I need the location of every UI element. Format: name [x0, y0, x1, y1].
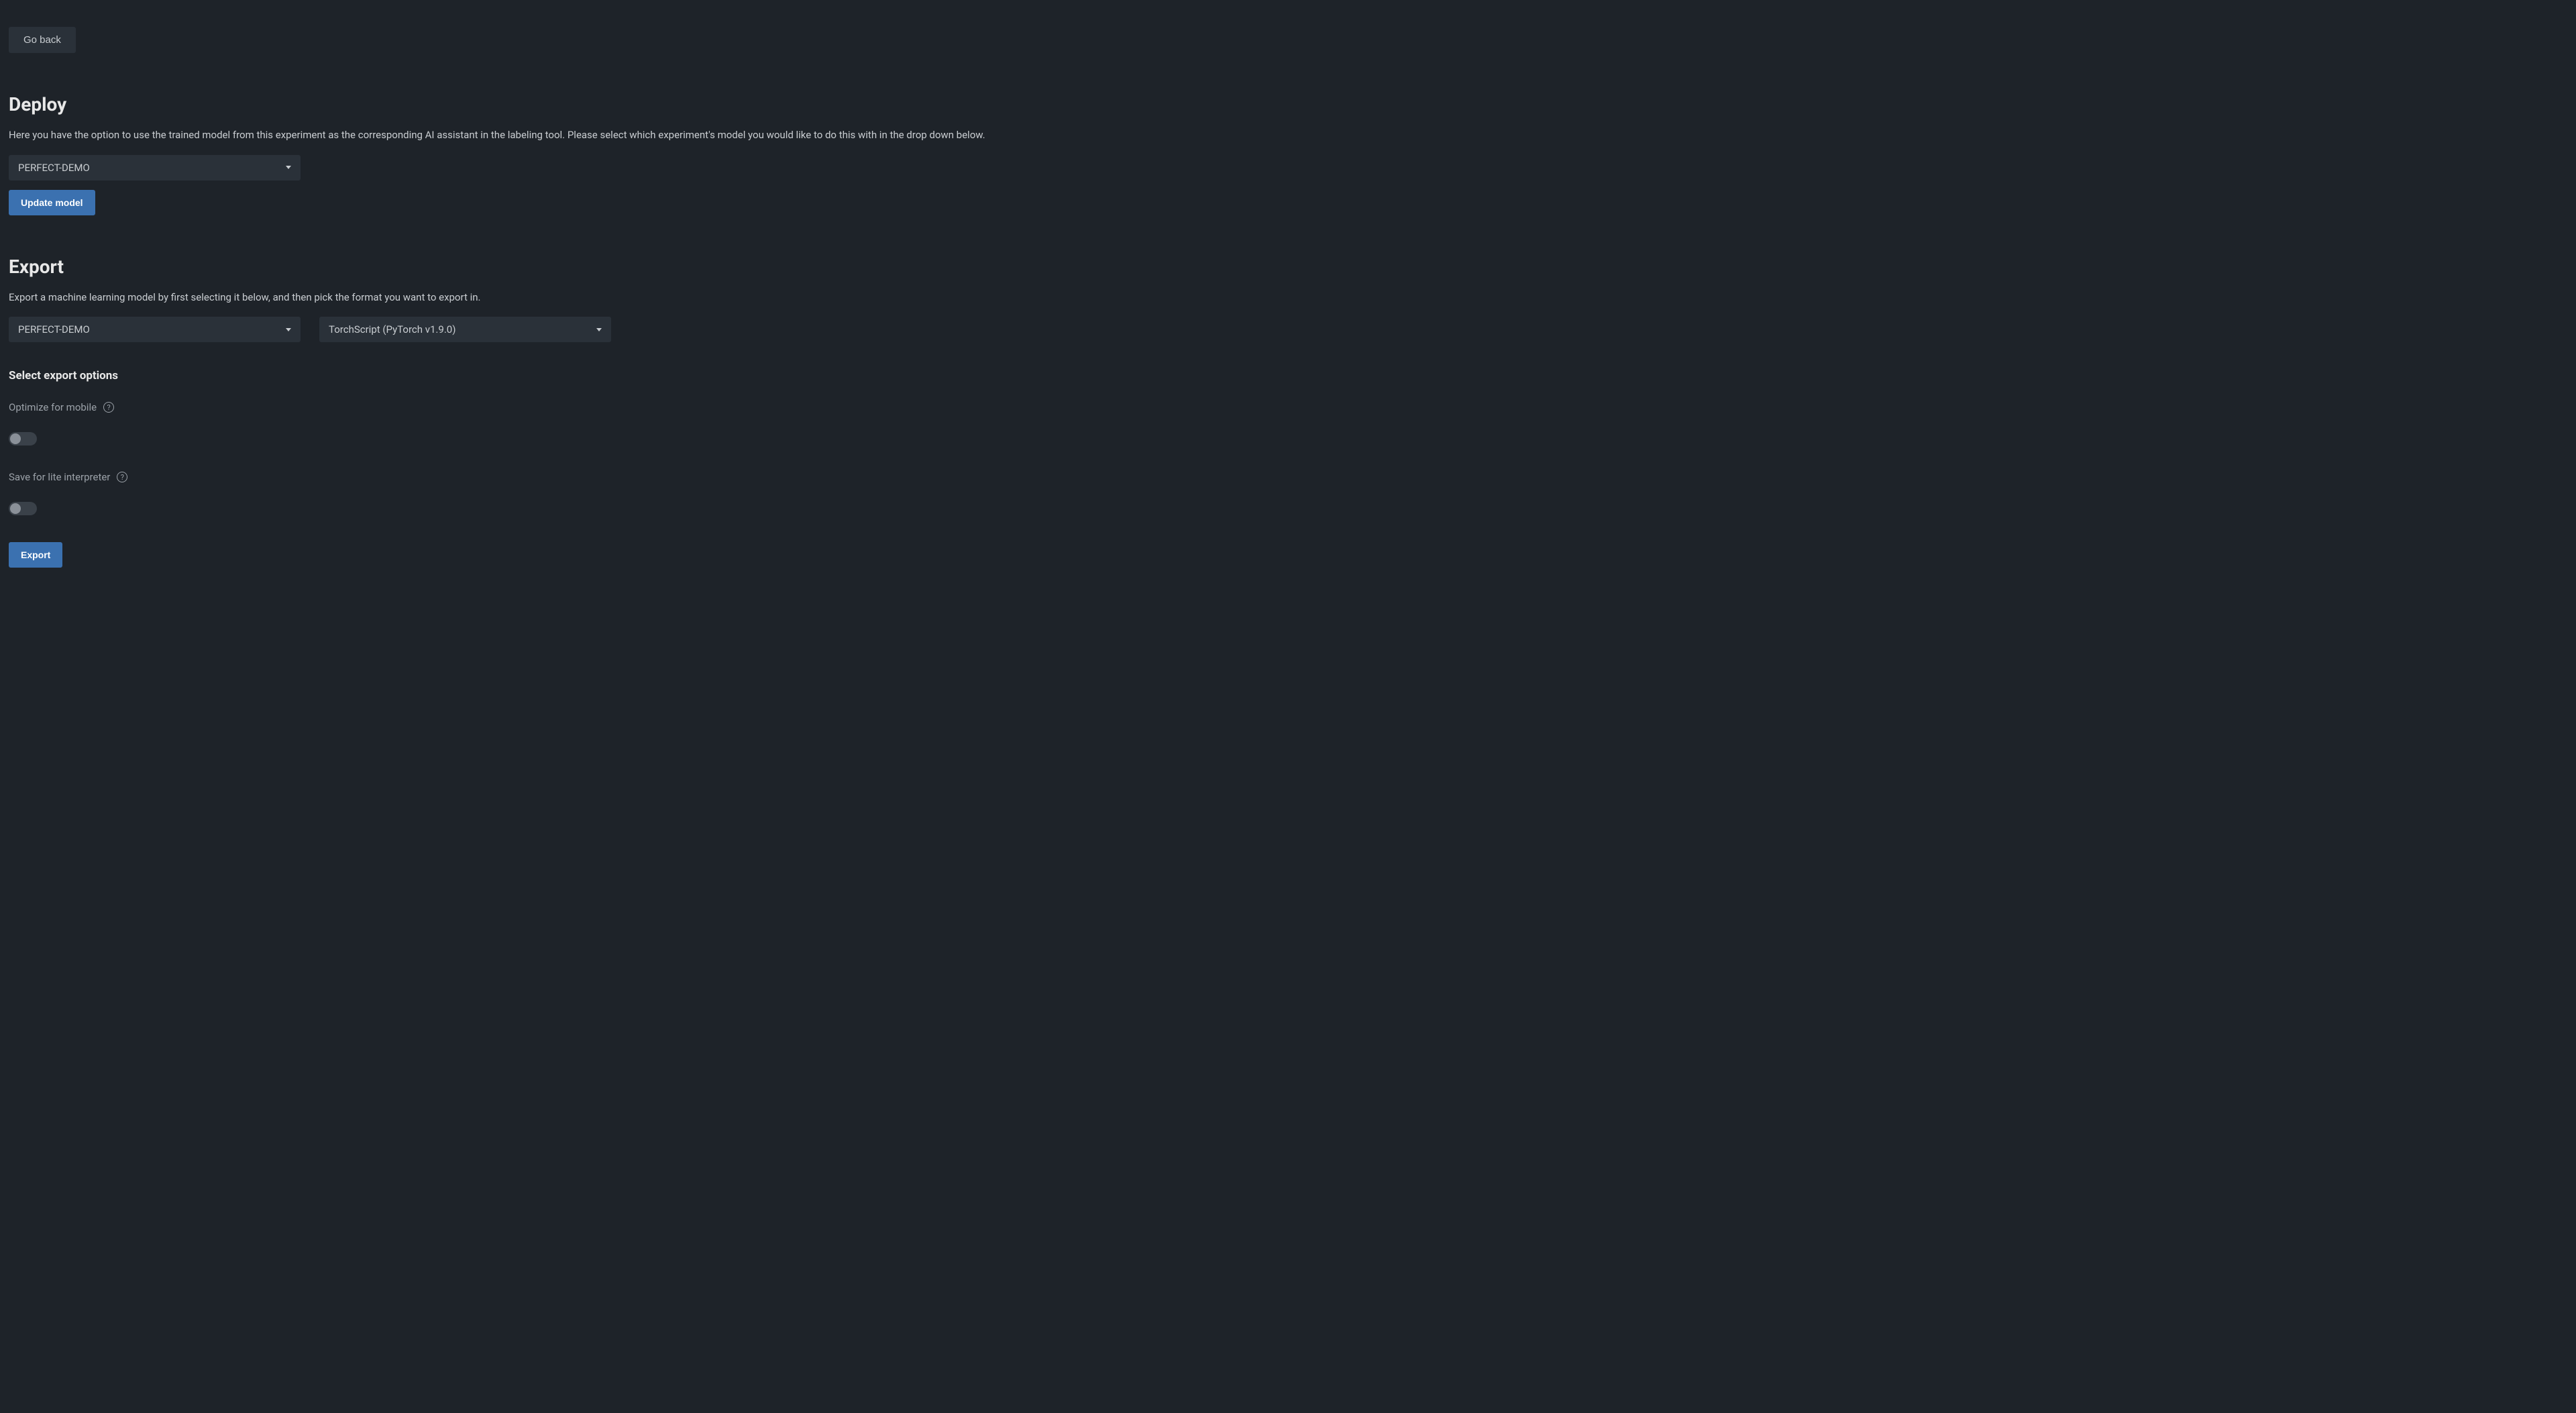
export-title: Export [9, 256, 2567, 278]
deploy-model-dropdown[interactable]: PERFECT-DEMO [9, 155, 301, 180]
help-icon[interactable]: ? [103, 402, 114, 413]
help-icon[interactable]: ? [117, 472, 127, 482]
export-model-dropdown[interactable]: PERFECT-DEMO [9, 317, 301, 342]
export-description: Export a machine learning model by first… [9, 290, 2567, 305]
caret-down-icon [286, 328, 291, 331]
lite-interpreter-toggle[interactable] [9, 502, 37, 515]
update-model-button[interactable]: Update model [9, 190, 95, 215]
caret-down-icon [596, 328, 602, 331]
deploy-dropdown-value: PERFECT-DEMO [18, 162, 90, 174]
toggle-knob [10, 433, 21, 444]
lite-interpreter-option: Save for lite interpreter ? [9, 471, 2567, 515]
export-button[interactable]: Export [9, 542, 62, 568]
export-dropdown-row: PERFECT-DEMO TorchScript (PyTorch v1.9.0… [9, 317, 2567, 342]
lite-interpreter-label: Save for lite interpreter [9, 471, 110, 483]
export-format-value: TorchScript (PyTorch v1.9.0) [329, 323, 455, 335]
go-back-button[interactable]: Go back [9, 27, 76, 53]
export-options-title: Select export options [9, 369, 2567, 382]
optimize-mobile-toggle[interactable] [9, 432, 37, 446]
optimize-mobile-option: Optimize for mobile ? [9, 401, 2567, 446]
export-model-value: PERFECT-DEMO [18, 323, 90, 335]
deploy-title: Deploy [9, 93, 2567, 115]
deploy-description: Here you have the option to use the trai… [9, 127, 2567, 143]
export-section: Export Export a machine learning model b… [9, 256, 2567, 568]
export-format-dropdown[interactable]: TorchScript (PyTorch v1.9.0) [319, 317, 611, 342]
deploy-section: Deploy Here you have the option to use t… [9, 93, 2567, 215]
optimize-mobile-label: Optimize for mobile [9, 401, 97, 413]
lite-interpreter-label-row: Save for lite interpreter ? [9, 471, 2567, 483]
export-button-wrapper: Export [9, 542, 2567, 568]
caret-down-icon [286, 166, 291, 169]
toggle-knob [10, 503, 21, 514]
optimize-mobile-label-row: Optimize for mobile ? [9, 401, 2567, 413]
